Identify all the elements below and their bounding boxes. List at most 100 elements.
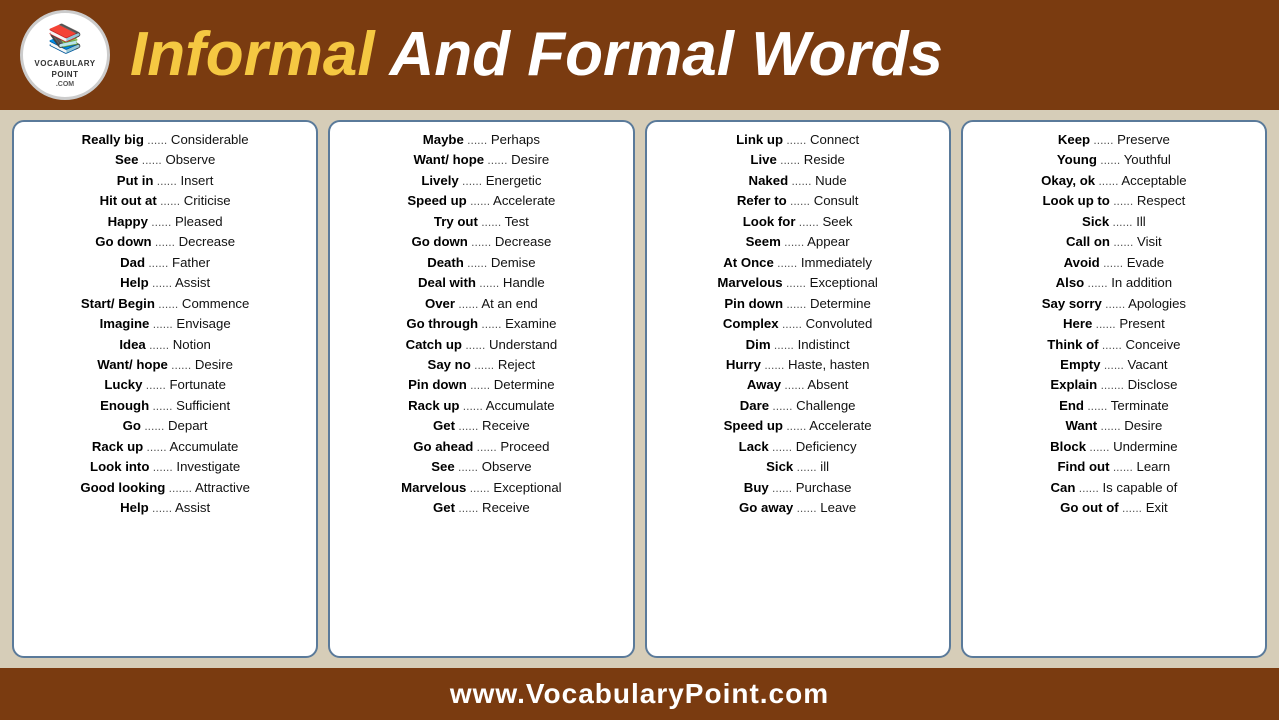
logo-text: VOCABULARYPOINT — [34, 59, 95, 80]
list-item: Lively ...... Energetic — [336, 171, 626, 191]
dots: ...... — [148, 215, 171, 229]
formal-word: Examine — [505, 316, 556, 331]
formal-word: Accelerate — [493, 193, 555, 208]
informal-word: Go down — [411, 234, 467, 249]
informal-word: Idea — [119, 337, 145, 352]
logo-dotcom: .COM — [56, 80, 74, 89]
informal-word: Seem — [746, 234, 781, 249]
list-item: Go down ...... Decrease — [336, 232, 626, 252]
dots: ...... — [788, 174, 811, 188]
content-area: Really big ...... ConsiderableSee ......… — [0, 110, 1279, 668]
dots: ...... — [1097, 419, 1120, 433]
list-item: See ...... Observe — [20, 150, 310, 170]
dots: ....... — [1097, 378, 1124, 392]
column-3: Link up ...... ConnectLive ...... Reside… — [645, 120, 951, 658]
list-item: Pin down ...... Determine — [653, 294, 943, 314]
informal-word: Catch up — [406, 337, 462, 352]
informal-word: Here — [1063, 316, 1092, 331]
dots: ...... — [455, 501, 478, 515]
informal-word: Sick — [1082, 214, 1109, 229]
dots: ...... — [1097, 153, 1120, 167]
list-item: Get ...... Receive — [336, 416, 626, 436]
formal-word: Exceptional — [810, 275, 878, 290]
list-item: Really big ...... Considerable — [20, 130, 310, 150]
informal-word: Death — [427, 255, 464, 270]
informal-word: Live — [750, 152, 776, 167]
formal-word: Notion — [173, 337, 211, 352]
formal-word: Perhaps — [491, 132, 540, 147]
header: 📚 VOCABULARYPOINT .COM Informal And Form… — [0, 0, 1279, 110]
dots: ...... — [769, 399, 792, 413]
informal-word: Get — [433, 500, 455, 515]
dots: ...... — [783, 276, 806, 290]
informal-word: Block — [1050, 439, 1086, 454]
formal-word: Ill — [1136, 214, 1146, 229]
formal-word: Desire — [511, 152, 549, 167]
title-rest: And Formal Words — [375, 20, 943, 89]
list-item: Seem ...... Appear — [653, 232, 943, 252]
dots: ...... — [761, 358, 784, 372]
list-item: Pin down ...... Determine — [336, 375, 626, 395]
formal-word: Connect — [810, 132, 859, 147]
list-item: Sick ...... ill — [653, 457, 943, 477]
dots: ...... — [459, 399, 482, 413]
formal-word: Receive — [482, 418, 530, 433]
dots: ...... — [779, 317, 802, 331]
dots: ...... — [771, 338, 794, 352]
dots: ...... — [476, 276, 499, 290]
list-item: Imagine ...... Envisage — [20, 314, 310, 334]
dots: ...... — [459, 174, 482, 188]
informal-word: Dim — [746, 337, 771, 352]
list-item: Speed up ...... Accelerate — [653, 416, 943, 436]
formal-word: Challenge — [796, 398, 855, 413]
informal-word: Sick — [766, 459, 793, 474]
list-item: Help ...... Assist — [20, 273, 310, 293]
formal-word: Considerable — [171, 132, 249, 147]
informal-word: Good looking — [80, 480, 165, 495]
list-item: Keep ...... Preserve — [969, 130, 1259, 150]
formal-word: Disclose — [1128, 377, 1178, 392]
dots: ...... — [467, 378, 490, 392]
formal-word: Leave — [820, 500, 856, 515]
dots: ...... — [478, 215, 501, 229]
formal-word: Accumulate — [486, 398, 555, 413]
informal-word: Help — [120, 275, 149, 290]
dots: ...... — [153, 174, 176, 188]
list-item: Want/ hope ...... Desire — [20, 355, 310, 375]
dots: ...... — [783, 133, 806, 147]
formal-word: Nude — [815, 173, 847, 188]
dots: ...... — [455, 297, 478, 311]
dots: ...... — [473, 440, 496, 454]
list-item: Also ...... In addition — [969, 273, 1259, 293]
dots: ...... — [793, 460, 816, 474]
dots: ...... — [143, 440, 166, 454]
formal-word: Envisage — [176, 316, 230, 331]
informal-word: Say no — [428, 357, 471, 372]
list-item: Think of ...... Conceive — [969, 335, 1259, 355]
dots: ...... — [1110, 194, 1133, 208]
dots: ...... — [781, 378, 804, 392]
list-item: Go ahead ...... Proceed — [336, 437, 626, 457]
formal-word: Receive — [482, 500, 530, 515]
dots: ...... — [168, 358, 191, 372]
dots: ...... — [1095, 174, 1118, 188]
formal-word: Exceptional — [493, 480, 561, 495]
dots: ...... — [471, 358, 494, 372]
informal-word: Go out of — [1060, 500, 1119, 515]
formal-word: At an end — [481, 296, 537, 311]
informal-word: Really big — [82, 132, 144, 147]
list-item: Enough ...... Sufficient — [20, 396, 310, 416]
informal-word: Pin down — [724, 296, 783, 311]
formal-word: Visit — [1137, 234, 1162, 249]
informal-word: Okay, ok — [1041, 173, 1095, 188]
dots: ...... — [1110, 235, 1133, 249]
dots: ...... — [1100, 358, 1123, 372]
dots: ...... — [795, 215, 818, 229]
formal-word: Determine — [494, 377, 555, 392]
dots: ...... — [468, 235, 491, 249]
list-item: Look for ...... Seek — [653, 212, 943, 232]
informal-word: Keep — [1058, 132, 1090, 147]
list-item: Rack up ...... Accumulate — [336, 396, 626, 416]
formal-word: Assist — [175, 500, 210, 515]
formal-word: Accumulate — [169, 439, 238, 454]
